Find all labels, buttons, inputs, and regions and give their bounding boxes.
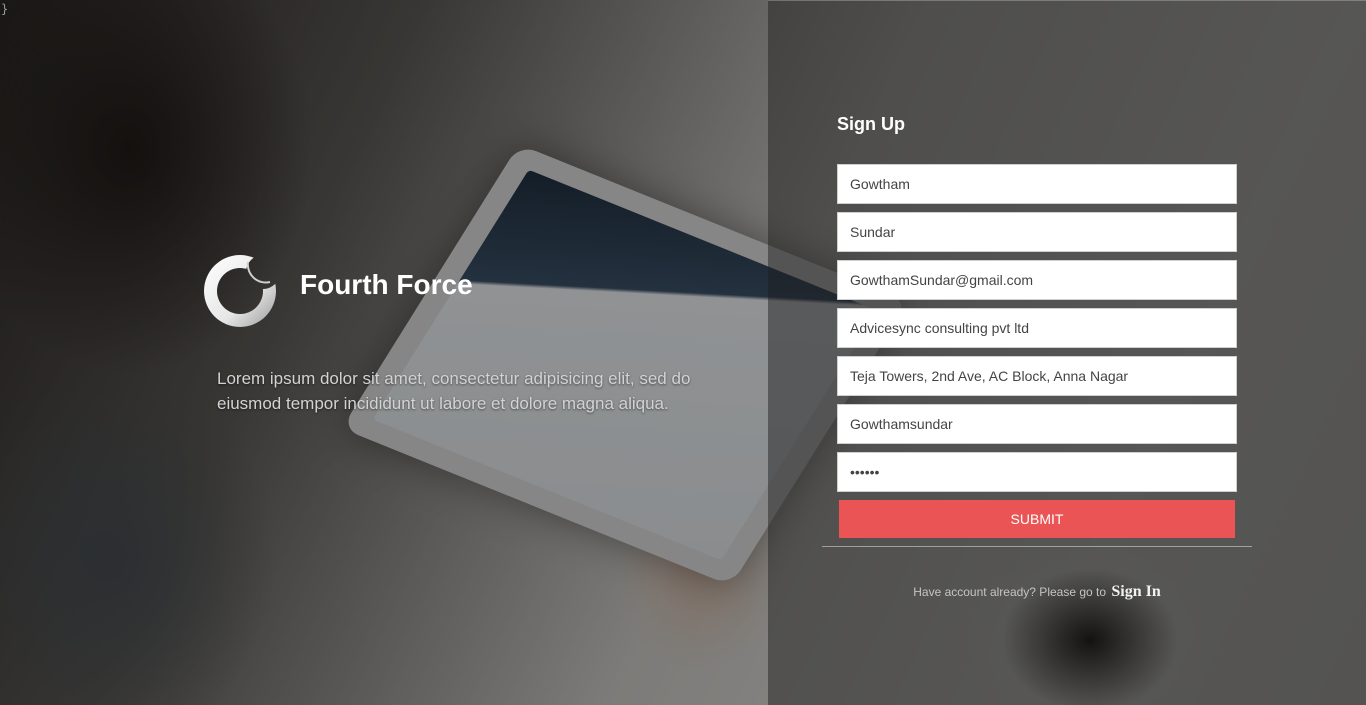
brand-tagline: Lorem ipsum dolor sit amet, consectetur …: [217, 369, 691, 413]
corner-text: }: [1, 2, 9, 16]
company-input[interactable]: [837, 308, 1237, 348]
brand-name: Fourth Force: [300, 269, 473, 300]
last-name-input[interactable]: [837, 212, 1237, 252]
signin-link[interactable]: Sign In: [1111, 583, 1160, 600]
first-name-input[interactable]: [837, 164, 1237, 204]
signup-page: } Fourth Force Lorem ipsum dolor sit ame…: [0, 0, 1366, 705]
signin-prompt-row: Have account already? Please go to Sign …: [822, 583, 1252, 601]
username-input[interactable]: [837, 404, 1237, 444]
left-overlay: [0, 0, 768, 705]
password-input[interactable]: [837, 452, 1237, 492]
signin-prompt-text: Have account already? Please go to: [913, 585, 1107, 599]
crescent-ring-icon: [204, 255, 276, 327]
form-title: Sign Up: [837, 114, 905, 134]
submit-button[interactable]: SUBMIT: [839, 500, 1235, 538]
address-input[interactable]: [837, 356, 1237, 396]
form-divider: [822, 546, 1252, 547]
email-input[interactable]: [837, 260, 1237, 300]
